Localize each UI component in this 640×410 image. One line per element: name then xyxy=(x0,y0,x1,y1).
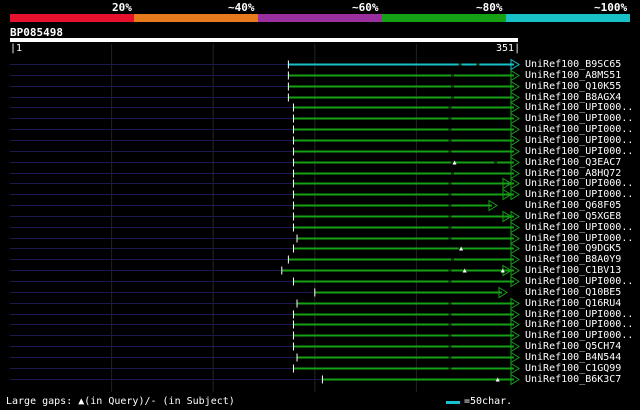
hit-label[interactable]: UniRef100_A8MS51 xyxy=(525,70,621,81)
hit-label[interactable]: UniRef100_Q16RU4 xyxy=(525,298,621,309)
hit-label[interactable]: UniRef100_UPI000.. xyxy=(525,146,633,157)
hit-label[interactable]: UniRef100_Q10BE5 xyxy=(525,287,621,298)
hit-label[interactable]: UniRef100_UPI000.. xyxy=(525,135,633,146)
hit-label[interactable]: UniRef100_Q9DGK5 xyxy=(525,243,621,254)
hit-label[interactable]: UniRef100_Q5XGE8 xyxy=(525,211,621,222)
hit-label[interactable]: UniRef100_Q5CH74 xyxy=(525,341,621,352)
gap-mark xyxy=(448,204,452,207)
hit-label[interactable]: UniRef100_Q68F05 xyxy=(525,200,621,211)
gap-mark xyxy=(448,269,452,272)
hit-label[interactable]: UniRef100_UPI000.. xyxy=(525,189,633,200)
hit-label[interactable]: UniRef100_B9SC65 xyxy=(525,59,621,70)
gap-mark xyxy=(448,139,452,142)
gap-mark xyxy=(448,356,452,359)
hit-label[interactable]: UniRef100_B6K3C7 xyxy=(525,374,621,385)
gap-mark xyxy=(448,215,452,218)
hit-label[interactable]: UniRef100_Q10K55 xyxy=(525,81,621,92)
hit-label[interactable]: UniRef100_UPI000.. xyxy=(525,178,633,189)
hit-label[interactable]: UniRef100_C1GQ99 xyxy=(525,363,621,374)
hit-label[interactable]: UniRef100_UPI000.. xyxy=(525,276,633,287)
hit-label[interactable]: UniRef100_Q3EAC7 xyxy=(525,157,621,168)
gap-mark xyxy=(448,226,452,229)
hit-label[interactable]: UniRef100_UPI000.. xyxy=(525,113,633,124)
gap-mark xyxy=(494,161,498,164)
scale-bar xyxy=(446,401,460,404)
gap-mark xyxy=(448,193,452,196)
gap-mark xyxy=(450,96,454,99)
hit-label[interactable]: UniRef100_UPI000.. xyxy=(525,319,633,330)
hit-label[interactable]: UniRef100_B4N544 xyxy=(525,352,621,363)
gap-mark xyxy=(448,367,452,370)
gap-mark xyxy=(476,63,480,66)
hit-label[interactable]: UniRef100_UPI000.. xyxy=(525,102,633,113)
gap-mark xyxy=(448,313,452,316)
gap-mark xyxy=(448,128,452,131)
gap-mark xyxy=(458,63,462,66)
hit-label[interactable]: UniRef100_UPI000.. xyxy=(525,330,633,341)
gap-mark xyxy=(448,280,452,283)
gap-mark xyxy=(450,74,454,77)
scale-text: =50char. xyxy=(464,396,513,407)
gap-mark xyxy=(448,334,452,337)
hit-label[interactable]: UniRef100_UPI000.. xyxy=(525,222,633,233)
gap-mark xyxy=(448,182,452,185)
gap-mark xyxy=(448,237,452,240)
gap-mark xyxy=(448,106,452,109)
hit-label[interactable]: UniRef100_C1BV13 xyxy=(525,265,621,276)
gap-mark xyxy=(448,323,452,326)
gaps-legend: Large gaps: ▲(in Query)/- (in Subject) xyxy=(6,396,235,407)
hit-label[interactable]: UniRef100_B8A0Y9 xyxy=(525,254,621,265)
gap-mark xyxy=(448,345,452,348)
gap-mark xyxy=(448,150,452,153)
gap-mark xyxy=(450,85,454,88)
gap-mark xyxy=(448,302,452,305)
gap-mark xyxy=(450,258,454,261)
gap-mark xyxy=(448,117,452,120)
hit-label[interactable]: UniRef100_UPI000.. xyxy=(525,124,633,135)
gap-mark xyxy=(450,172,454,175)
